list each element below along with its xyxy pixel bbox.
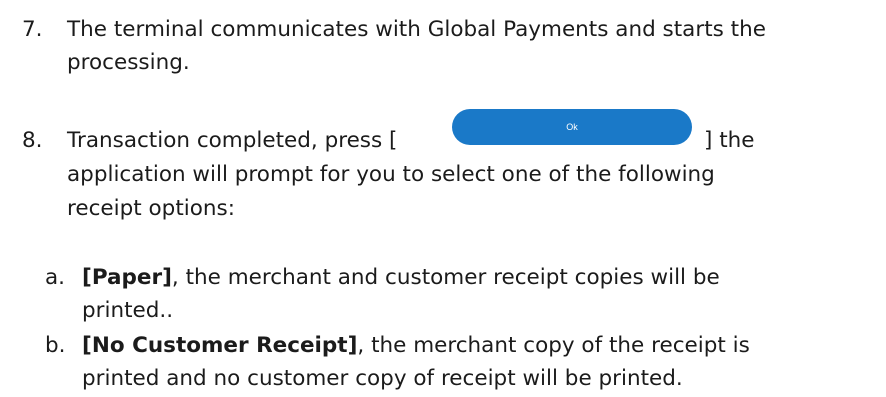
step-text-line: The terminal communicates with Global Pa… (67, 17, 766, 42)
ok-button[interactable]: Ok (452, 109, 692, 145)
option-description: , the merchant copy of the receipt is (357, 333, 750, 358)
step-text-line: processing. (67, 50, 190, 75)
step-number: 8. (22, 128, 43, 153)
ok-button-label: Ok (566, 122, 578, 132)
step-text-line: ] the (704, 128, 755, 153)
option-name: [Paper] (82, 265, 172, 290)
option-letter: a. (45, 265, 66, 290)
step-text-line: receipt options: (67, 196, 235, 221)
option-text-line: [Paper], the merchant and customer recei… (82, 263, 720, 293)
step-text-line: application will prompt for you to selec… (67, 162, 715, 187)
step-text-line: Transaction completed, press [ (67, 128, 398, 153)
option-letter: b. (45, 333, 66, 358)
step-number: 7. (22, 17, 43, 42)
option-text-line: printed.. (82, 298, 174, 323)
option-text-line: [No Customer Receipt], the merchant copy… (82, 331, 750, 361)
option-description: , the merchant and customer receipt copi… (171, 265, 720, 290)
option-name: [No Customer Receipt] (82, 333, 358, 358)
option-text-line: printed and no customer copy of receipt … (82, 366, 683, 391)
